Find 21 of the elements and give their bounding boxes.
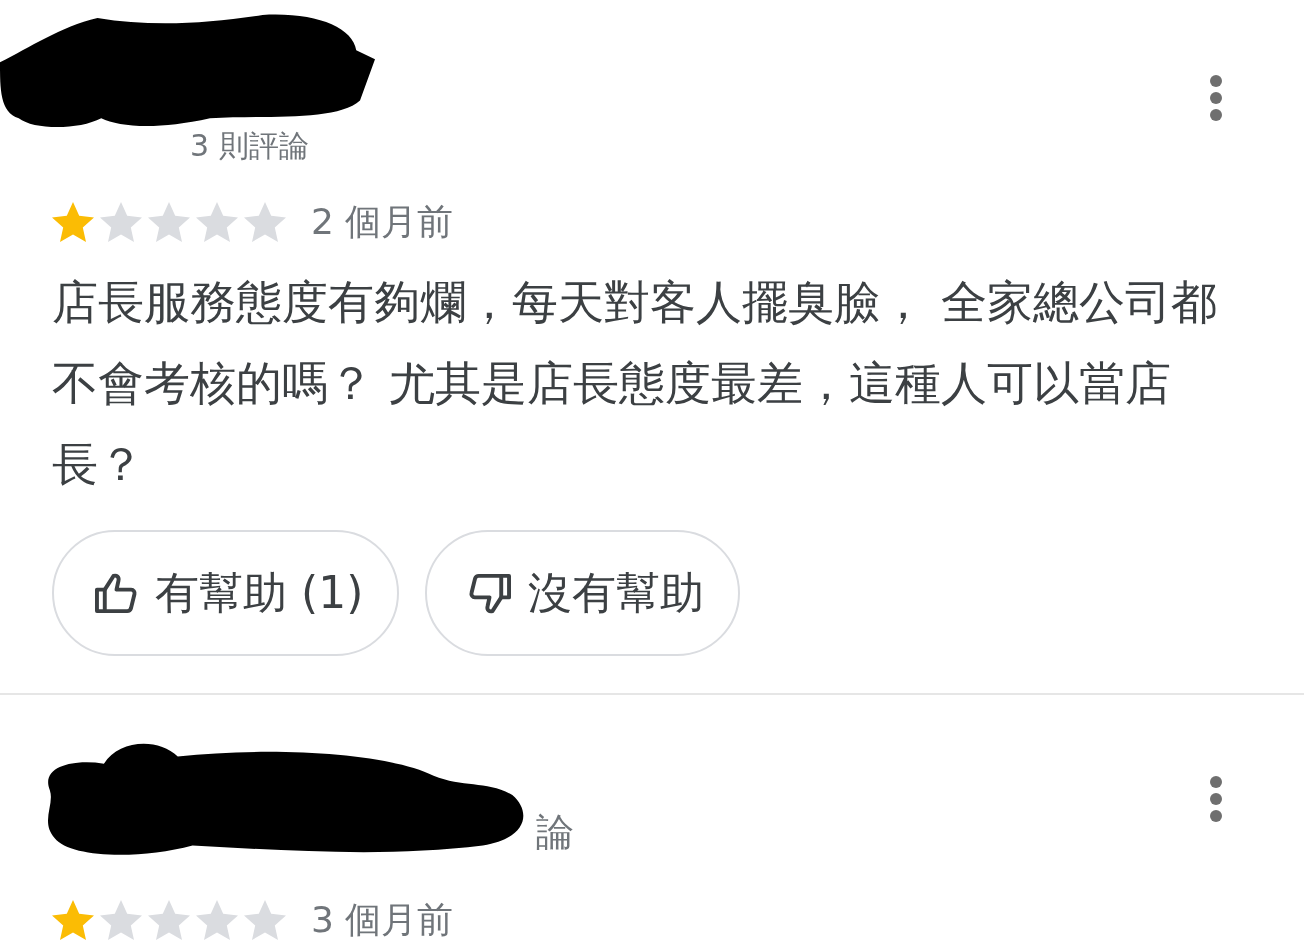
helpful-button[interactable]: 有幫助 (1): [52, 530, 400, 656]
review-text: 店長服務態度有夠爛，每天對客人擺臭臉， 全家總公司都不會考核的嗎？ 尤其是店長態度最差，這種人可以當店長？: [52, 274, 1218, 493]
star-empty-icon: [148, 900, 190, 940]
review-date: 2 個月前: [311, 200, 454, 244]
star-empty-icon: [244, 900, 286, 940]
review-count-text: 論: [536, 812, 574, 852]
star-empty-icon: [148, 202, 190, 242]
not-helpful-button[interactable]: 沒有幫助: [425, 530, 741, 656]
thumbs-down-icon: [467, 571, 513, 615]
thumbs-up-icon: [94, 571, 139, 615]
more-options-icon[interactable]: [1210, 776, 1222, 822]
star-filled-icon: [52, 202, 94, 242]
review-count-text: 3 則評論: [190, 130, 309, 162]
star-empty-icon: [244, 202, 286, 242]
more-options-icon[interactable]: [1210, 75, 1222, 121]
star-empty-icon: [100, 900, 142, 940]
star-empty-icon: [196, 900, 238, 940]
star-empty-icon: [100, 202, 142, 242]
star-empty-icon: [196, 202, 238, 242]
review-date: 3 個月前: [311, 898, 454, 942]
star-filled-icon: [52, 900, 94, 940]
